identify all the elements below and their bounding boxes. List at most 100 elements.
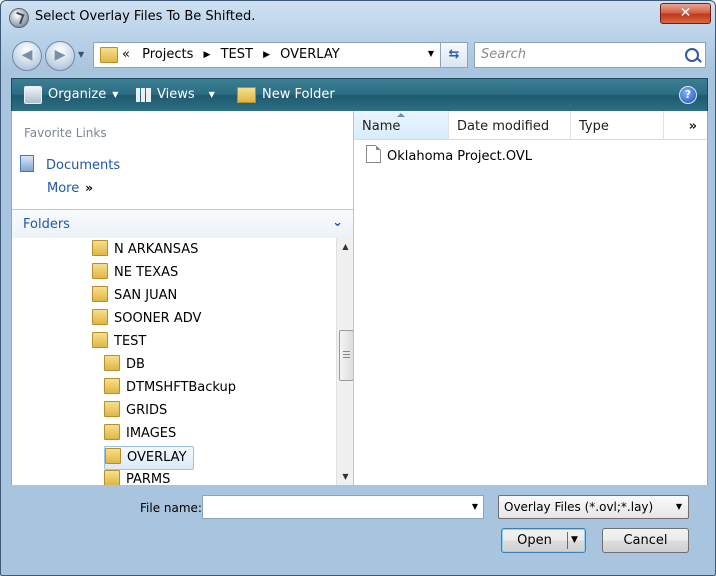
folder-tree-item[interactable]: IMAGES — [104, 423, 176, 445]
file-name: Oklahoma Project.OVL — [387, 149, 533, 164]
organize-icon — [24, 85, 42, 104]
file-item[interactable]: Oklahoma Project.OVL — [366, 145, 532, 165]
folder-tree-label: DB — [126, 357, 145, 372]
file-icon — [366, 145, 381, 163]
favorite-links-header: Favorite Links — [24, 126, 107, 140]
file-open-dialog: Select Overlay Files To Be Shifted. ✕ ◀ … — [0, 0, 716, 576]
folder-tree-item[interactable]: GRIDS — [104, 400, 167, 422]
folder-tree-item[interactable]: DB — [104, 354, 145, 376]
folder-icon — [105, 448, 121, 464]
folder-icon — [104, 424, 120, 440]
folder-icon — [92, 263, 108, 279]
folder-tree-label: SAN JUAN — [114, 288, 178, 303]
folder-tree-label: NE TEXAS — [114, 265, 179, 280]
address-dropdown-icon[interactable]: ▼ — [428, 49, 434, 58]
column-header-name[interactable]: Name — [354, 111, 449, 139]
search-placeholder: Search — [481, 47, 526, 62]
app-icon — [9, 8, 29, 28]
folder-tree-label: OVERLAY — [127, 450, 187, 465]
folder-icon — [104, 355, 120, 371]
folder-tree-item[interactable]: OVERLAY — [104, 446, 194, 470]
back-arrow-icon: ◀ — [21, 47, 33, 63]
column-header-type[interactable]: Type — [571, 111, 664, 139]
file-name-input[interactable]: ▼ — [202, 495, 484, 519]
search-input[interactable]: Search — [474, 42, 706, 68]
file-name-dropdown-icon[interactable]: ▼ — [472, 502, 478, 511]
folder-tree-item[interactable]: NE TEXAS — [92, 262, 178, 284]
scroll-up-icon[interactable]: ▲ — [337, 238, 354, 255]
collapse-chevron-icon[interactable]: ⌄ — [332, 215, 343, 230]
folder-icon — [92, 309, 108, 325]
folder-icon — [92, 332, 108, 348]
new-folder-icon — [237, 86, 256, 103]
folder-tree-item[interactable]: PARMS — [104, 469, 170, 485]
documents-icon — [20, 155, 34, 172]
folder-tree-label: N ARKANSAS — [114, 242, 199, 257]
file-type-value: Overlay Files (*.ovl;*.lay) — [504, 500, 654, 514]
column-headers: Name Date modified Type » — [354, 111, 707, 140]
breadcrumb-test[interactable]: TEST — [221, 47, 253, 62]
organize-menu[interactable]: Organize ▼ — [24, 79, 118, 111]
breadcrumb-overflow[interactable]: « — [122, 47, 130, 62]
file-list-pane: Name Date modified Type » Oklahoma Proje… — [353, 111, 708, 485]
breadcrumb-separator-icon[interactable]: ▶ — [204, 50, 211, 60]
title-bar: Select Overlay Files To Be Shifted. ✕ — [1, 1, 715, 35]
views-menu[interactable]: Views ▼ — [136, 79, 215, 111]
folder-tree-label: IMAGES — [126, 426, 177, 441]
file-type-select[interactable]: Overlay Files (*.ovl;*.lay) ▼ — [498, 495, 689, 519]
breadcrumb-projects[interactable]: Projects — [142, 47, 193, 62]
folder-tree-item[interactable]: N ARKANSAS — [92, 239, 198, 261]
favorite-link-documents[interactable]: Documents — [20, 155, 120, 173]
views-label: Views — [157, 87, 195, 102]
chevron-down-icon: ▼ — [675, 502, 682, 511]
folders-header[interactable]: Folders ⌄ — [12, 209, 353, 238]
more-columns-icon[interactable]: » — [664, 111, 707, 139]
documents-label: Documents — [46, 158, 121, 173]
open-dropdown-icon[interactable]: ▼ — [571, 529, 578, 552]
scroll-down-icon[interactable]: ▼ — [337, 468, 354, 485]
folder-tree-item[interactable]: SOONER ADV — [92, 308, 201, 330]
window-title: Select Overlay Files To Be Shifted. — [35, 9, 256, 24]
folder-icon — [104, 470, 120, 485]
folder-tree-label: TEST — [114, 334, 147, 349]
breadcrumb: « Projects ▶ TEST ▶ OVERLAY — [122, 47, 340, 62]
folder-tree-item[interactable]: TEST — [92, 331, 146, 353]
new-folder-button[interactable]: New Folder — [237, 79, 335, 111]
forward-button[interactable]: ▶ — [45, 41, 75, 71]
folder-tree-label: PARMS — [126, 472, 171, 485]
breadcrumb-overlay[interactable]: OVERLAY — [280, 47, 340, 62]
folder-icon — [100, 47, 118, 63]
recent-pages-dropdown-icon[interactable]: ▼ — [78, 50, 84, 59]
folders-label: Folders — [23, 217, 70, 232]
refresh-button[interactable]: ⇆ — [440, 42, 468, 68]
back-button[interactable]: ◀ — [12, 41, 42, 71]
address-bar[interactable]: « Projects ▶ TEST ▶ OVERLAY ▼ — [93, 42, 441, 68]
open-label: Open — [517, 533, 552, 548]
close-button[interactable]: ✕ — [660, 3, 711, 24]
breadcrumb-separator-icon[interactable]: ▶ — [263, 50, 270, 60]
folder-icon — [104, 401, 120, 417]
more-label: More — [47, 181, 80, 196]
folder-tree: N ARKANSAS NE TEXAS SAN JUAN SOONER ADV TEST… — [12, 238, 336, 485]
folder-tree-label: DTMSHFTBackup — [126, 380, 237, 395]
folder-icon — [92, 286, 108, 302]
more-chevron-icon: » — [85, 181, 93, 195]
scrollbar-thumb[interactable] — [339, 330, 354, 381]
cancel-button[interactable]: Cancel — [602, 528, 689, 553]
open-button[interactable]: Open ▼ — [501, 528, 586, 553]
folder-tree-item[interactable]: DTMSHFTBackup — [104, 377, 236, 399]
views-icon — [136, 87, 151, 102]
folder-tree-scrollbar[interactable]: ▲ ▼ — [336, 238, 354, 485]
forward-arrow-icon: ▶ — [54, 47, 66, 63]
folder-icon — [104, 378, 120, 394]
search-icon[interactable] — [685, 48, 699, 62]
column-header-date-modified[interactable]: Date modified — [449, 111, 571, 139]
file-name-label: File name: — [140, 501, 202, 515]
help-icon[interactable]: ? — [679, 86, 697, 104]
folder-icon — [92, 240, 108, 256]
favorite-links-more[interactable]: More » — [47, 181, 93, 196]
folder-tree-item[interactable]: SAN JUAN — [92, 285, 177, 307]
navigation-pane: Favorite Links Documents More » Folders ⌄… — [11, 111, 354, 485]
folder-tree-label: GRIDS — [126, 403, 168, 418]
split-divider — [567, 532, 568, 549]
